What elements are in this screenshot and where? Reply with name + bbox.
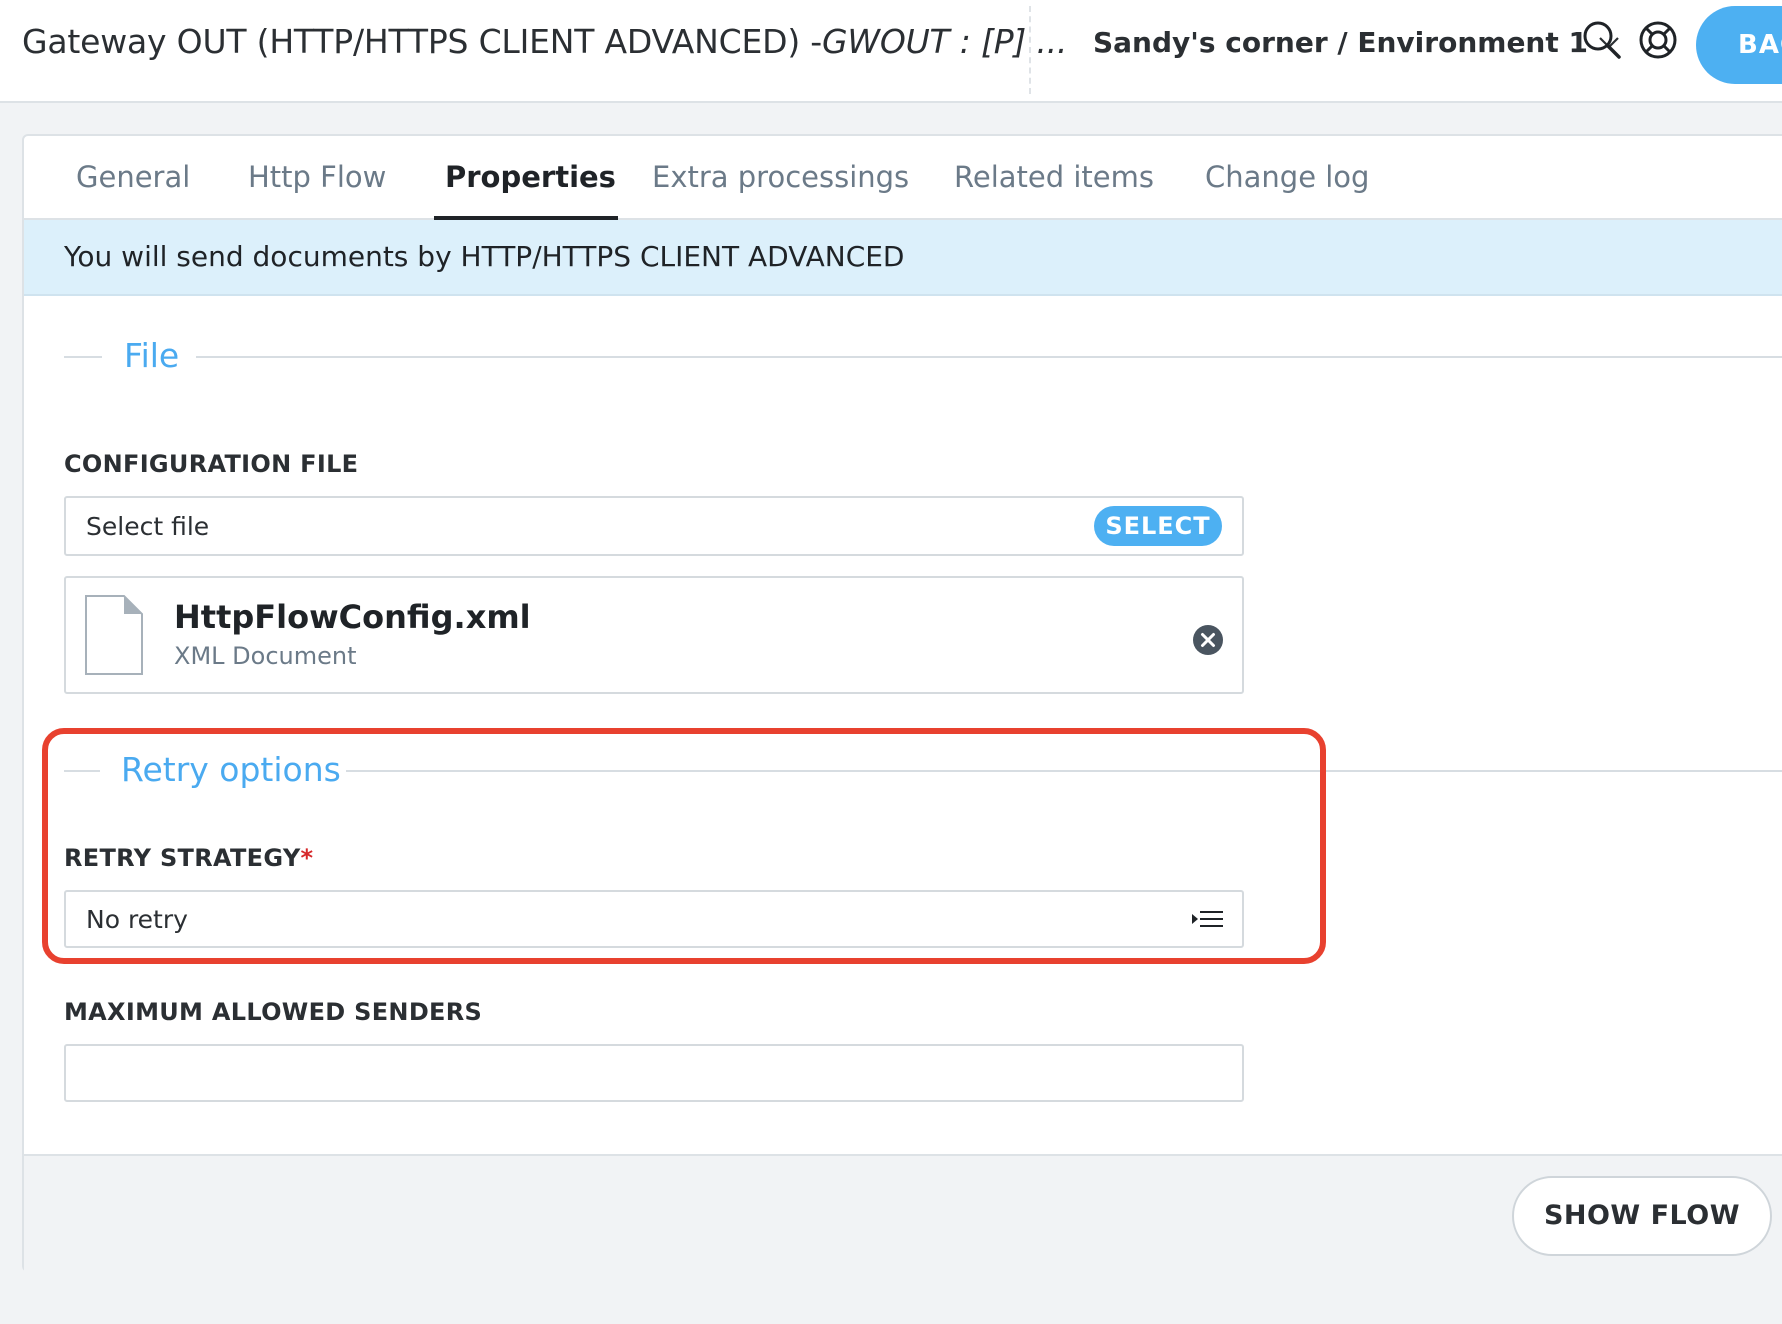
config-file-input[interactable]: Select file SELECT: [64, 496, 1244, 556]
help-lifebuoy-icon[interactable]: [1638, 20, 1678, 60]
tab-general[interactable]: General: [76, 160, 190, 194]
max-senders-input[interactable]: [64, 1044, 1244, 1102]
section-line-right: [346, 770, 1782, 772]
tab-change-log[interactable]: Change log: [1205, 160, 1369, 194]
tab-http-flow[interactable]: Http Flow: [248, 160, 386, 194]
dropdown-list-icon: [1192, 910, 1224, 934]
section-title-retry-options: Retry options: [121, 750, 341, 789]
section-line-left: [64, 770, 100, 772]
config-file-placeholder: Select file: [86, 512, 210, 541]
environment-label: Sandy's corner / Environment 1: [1093, 26, 1588, 59]
properties-card: General Http Flow Properties Extra proce…: [22, 134, 1782, 1272]
required-asterisk: *: [300, 844, 314, 872]
card-footer: SHOW FLOW: [24, 1154, 1782, 1272]
file-name: HttpFlowConfig.xml: [174, 598, 531, 636]
back-button[interactable]: BAC: [1696, 6, 1782, 84]
tab-bar: General Http Flow Properties Extra proce…: [24, 136, 1782, 220]
header-divider: [1029, 6, 1031, 94]
info-banner: You will send documents by HTTP/HTTPS CL…: [24, 220, 1782, 296]
file-type: XML Document: [174, 642, 357, 670]
section-line-right: [196, 356, 1782, 358]
environment-switcher[interactable]: Sandy's corner / Environment 1: [1093, 26, 1620, 59]
tab-properties[interactable]: Properties: [445, 160, 616, 194]
show-flow-button[interactable]: SHOW FLOW: [1512, 1176, 1772, 1256]
retry-strategy-label-text: RETRY STRATEGY: [64, 844, 301, 872]
tab-extra-processings[interactable]: Extra processings: [652, 160, 909, 194]
tab-related-items[interactable]: Related items: [954, 160, 1154, 194]
section-line-left: [64, 356, 102, 358]
config-file-label: CONFIGURATION FILE: [64, 450, 359, 478]
uploaded-file-card: HttpFlowConfig.xml XML Document: [64, 576, 1244, 694]
retry-strategy-select[interactable]: No retry: [64, 890, 1244, 948]
retry-strategy-label: RETRY STRATEGY*: [64, 844, 313, 872]
max-senders-label: MAXIMUM ALLOWED SENDERS: [64, 998, 483, 1026]
retry-strategy-value: No retry: [86, 905, 188, 934]
page-title-main: Gateway OUT (HTTP/HTTPS CLIENT ADVANCED)…: [22, 22, 823, 61]
document-icon: [84, 594, 144, 680]
search-icon[interactable]: [1582, 20, 1622, 60]
remove-file-icon[interactable]: [1192, 624, 1224, 660]
top-header: Gateway OUT (HTTP/HTTPS CLIENT ADVANCED)…: [0, 0, 1782, 103]
select-file-button[interactable]: SELECT: [1094, 506, 1222, 546]
section-title-file: File: [124, 336, 180, 375]
page-title: Gateway OUT (HTTP/HTTPS CLIENT ADVANCED)…: [22, 22, 1067, 61]
